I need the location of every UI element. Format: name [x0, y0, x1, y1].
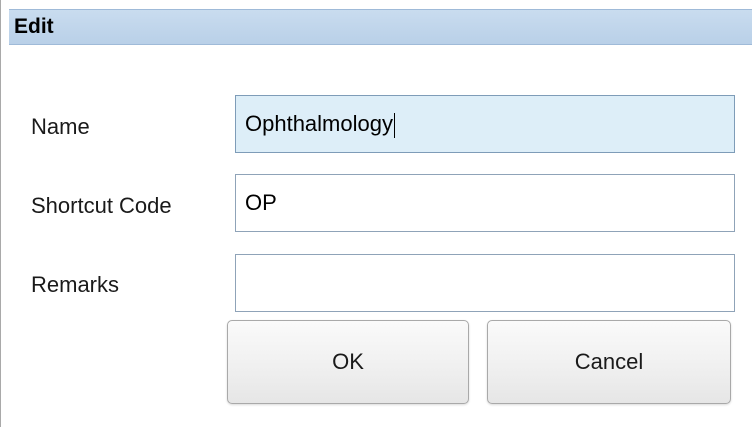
- remarks-label: Remarks: [31, 272, 120, 297]
- edit-dialog: Edit Name Ophthalmology Shortcut Code OP…: [0, 0, 752, 427]
- remarks-field[interactable]: [235, 254, 735, 312]
- cancel-button[interactable]: Cancel: [487, 320, 731, 404]
- ok-button[interactable]: OK: [227, 320, 469, 404]
- shortcut-code-field-value: OP: [245, 190, 277, 215]
- cancel-button-label: Cancel: [574, 349, 644, 374]
- name-label: Name: [31, 114, 90, 139]
- dialog-titlebar[interactable]: Edit: [9, 9, 752, 45]
- ok-button-label: OK: [332, 349, 364, 374]
- name-field[interactable]: Ophthalmology: [235, 95, 735, 153]
- shortcut-code-label: Shortcut Code: [31, 193, 172, 218]
- name-field-value: Ophthalmology: [245, 111, 395, 138]
- text-caret: [393, 112, 395, 138]
- dialog-title: Edit: [14, 15, 54, 38]
- shortcut-code-field[interactable]: OP: [235, 174, 735, 232]
